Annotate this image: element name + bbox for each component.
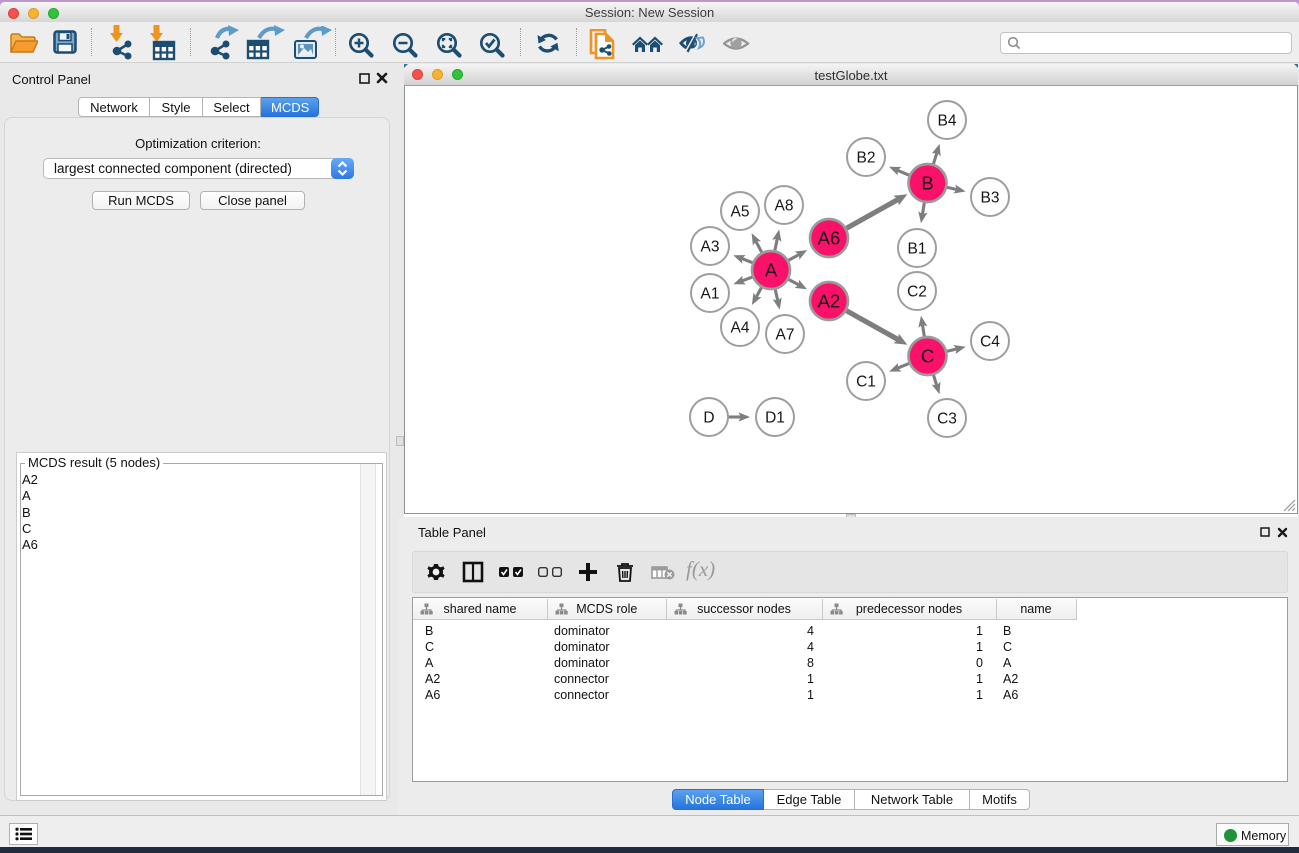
svg-text:A8: A8 xyxy=(775,198,794,215)
svg-text:C: C xyxy=(921,346,934,367)
svg-text:A7: A7 xyxy=(776,327,795,344)
svg-text:C1: C1 xyxy=(856,374,876,391)
svg-text:A6: A6 xyxy=(818,228,841,249)
svg-text:D1: D1 xyxy=(765,410,785,427)
svg-text:B4: B4 xyxy=(938,113,957,130)
svg-text:A: A xyxy=(765,260,778,281)
svg-text:A4: A4 xyxy=(731,320,750,337)
svg-text:B3: B3 xyxy=(981,190,1000,207)
svg-text:B: B xyxy=(921,173,933,194)
svg-text:A2: A2 xyxy=(818,291,841,312)
svg-text:C2: C2 xyxy=(907,284,927,301)
svg-text:B2: B2 xyxy=(857,150,876,167)
svg-text:C3: C3 xyxy=(937,411,957,428)
svg-text:A5: A5 xyxy=(731,204,750,221)
svg-text:B1: B1 xyxy=(908,241,927,258)
svg-text:A3: A3 xyxy=(701,239,720,256)
svg-text:D: D xyxy=(703,410,714,427)
svg-text:A1: A1 xyxy=(701,286,720,303)
svg-text:C4: C4 xyxy=(980,334,1000,351)
